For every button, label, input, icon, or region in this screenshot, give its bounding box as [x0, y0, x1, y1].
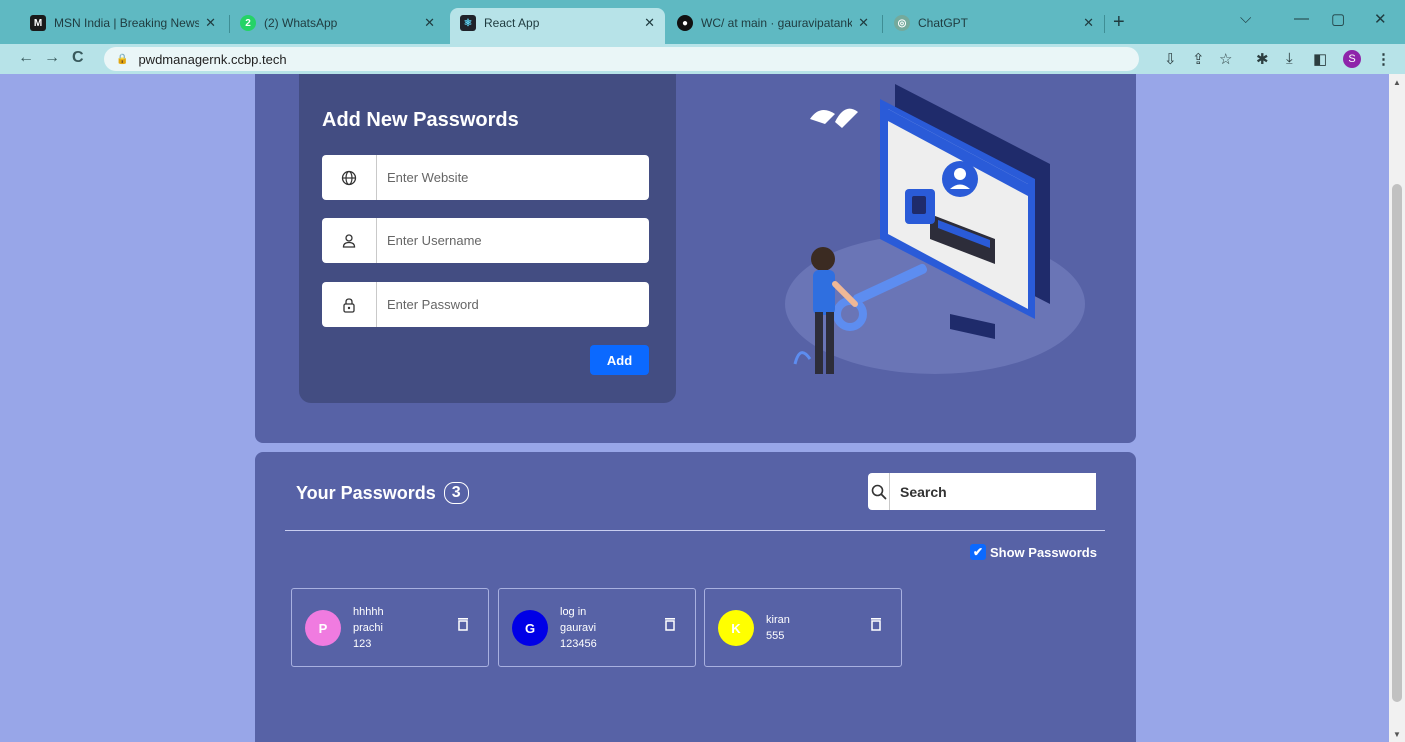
password-input[interactable] [377, 282, 649, 327]
user-icon [322, 218, 377, 263]
search-icon [868, 473, 890, 510]
passwords-count-badge: 3 [443, 482, 469, 504]
download-icon[interactable]: ⤓ [1286, 50, 1293, 67]
passwords-heading: Your Passwords 3 [296, 482, 469, 504]
passwords-title: Your Passwords [296, 482, 436, 503]
section-divider [285, 530, 1105, 531]
page-viewport: Add New Passwords Add [0, 74, 1389, 742]
search-input[interactable] [890, 473, 1096, 510]
website-field [322, 155, 649, 200]
password-item-details: kiran 555 [766, 612, 790, 644]
add-button[interactable]: Add [590, 345, 649, 375]
new-tab-button[interactable]: + [1113, 11, 1125, 34]
install-app-icon[interactable]: ⇩ [1164, 50, 1177, 68]
globe-icon [322, 155, 377, 200]
item-username: gauravi [560, 622, 597, 634]
lock-icon [322, 282, 377, 327]
browser-tab-bar: M MSN India | Breaking News, Ente ✕ 2 (2… [0, 0, 1405, 44]
show-passwords-toggle[interactable]: ✔ Show Passwords [970, 544, 1097, 560]
password-item: K kiran 555 [704, 588, 902, 667]
whatsapp-icon: 2 [240, 15, 256, 31]
checkbox-checked-icon[interactable]: ✔ [970, 544, 986, 560]
profile-avatar[interactable]: S [1343, 50, 1361, 68]
item-username: 555 [766, 630, 785, 642]
delete-icon[interactable] [664, 617, 676, 636]
item-website: log in [560, 606, 587, 618]
item-password: 123456 [560, 638, 597, 650]
tab-separator [882, 15, 883, 33]
address-bar: ← → C 🔒 pwdmanagernk.ccbp.tech ⇩ ⇪ ☆ ✱ ⤓… [0, 44, 1405, 74]
share-icon[interactable]: ⇪ [1192, 50, 1205, 68]
github-icon: ● [677, 15, 693, 31]
tab-close-icon[interactable]: ✕ [205, 15, 216, 31]
avatar: G [512, 610, 548, 646]
username-field [322, 218, 649, 263]
react-icon: ⚛ [460, 15, 476, 31]
tab-react-app[interactable]: ⚛ React App ✕ [450, 8, 665, 44]
tab-separator [1104, 15, 1105, 33]
item-website: hhhhh [353, 606, 384, 618]
tab-msn[interactable]: M MSN India | Breaking News, Ente ✕ [20, 8, 226, 38]
tab-close-icon[interactable]: ✕ [644, 15, 655, 31]
close-icon[interactable]: ✕ [1374, 10, 1387, 28]
tab-chatgpt[interactable]: ◎ ChatGPT ✕ [884, 8, 1104, 38]
password-item-details: log in gauravi 123456 [560, 604, 597, 652]
chevron-down-icon[interactable]: ⌵ [1240, 10, 1251, 27]
url-field[interactable]: 🔒 pwdmanagernk.ccbp.tech [104, 47, 1139, 71]
item-website: kiran [766, 614, 790, 626]
username-input[interactable] [377, 218, 649, 263]
website-input[interactable] [377, 155, 649, 200]
minimize-icon[interactable]: — [1294, 10, 1309, 27]
back-arrow-icon[interactable]: ← [18, 49, 34, 67]
scroll-down-icon[interactable]: ▼ [1393, 730, 1401, 739]
tab-close-icon[interactable]: ✕ [858, 15, 869, 31]
avatar: P [305, 610, 341, 646]
tab-whatsapp[interactable]: 2 (2) WhatsApp ✕ [230, 8, 445, 38]
password-item-details: hhhhh prachi 123 [353, 604, 384, 652]
bookmark-star-icon[interactable]: ☆ [1219, 50, 1232, 68]
tab-github[interactable]: ● WC/ at main · gauravipatankar0 ✕ [667, 8, 879, 38]
delete-icon[interactable] [457, 617, 469, 636]
tab-close-icon[interactable]: ✕ [1083, 15, 1094, 31]
restore-icon[interactable]: ▢ [1331, 10, 1345, 28]
reload-icon[interactable]: C [72, 49, 84, 67]
search-box [868, 473, 1096, 510]
forward-arrow-icon[interactable]: → [44, 49, 60, 67]
form-title: Add New Passwords [322, 109, 519, 131]
lock-icon: 🔒 [116, 53, 129, 65]
password-manager-illustration [785, 84, 1085, 374]
show-passwords-label: Show Passwords [990, 544, 1097, 560]
tab-close-icon[interactable]: ✕ [424, 15, 435, 31]
avatar: K [718, 610, 754, 646]
msn-icon: M [30, 15, 46, 31]
password-field [322, 282, 649, 327]
extensions-icon[interactable]: ✱ [1256, 50, 1269, 68]
chatgpt-icon: ◎ [894, 15, 910, 31]
item-username: prachi [353, 622, 383, 634]
delete-icon[interactable] [870, 617, 882, 636]
scrollbar-thumb[interactable] [1392, 184, 1402, 702]
item-password: 123 [353, 638, 372, 650]
side-panel-icon[interactable]: ◧ [1313, 50, 1327, 68]
menu-kebab-icon[interactable]: ⋮ [1376, 50, 1391, 68]
scroll-up-icon[interactable]: ▲ [1393, 78, 1401, 87]
page-scrollbar[interactable]: ▲ ▼ [1389, 74, 1405, 742]
password-item: P hhhhh prachi 123 [291, 588, 489, 667]
password-item: G log in gauravi 123456 [498, 588, 696, 667]
